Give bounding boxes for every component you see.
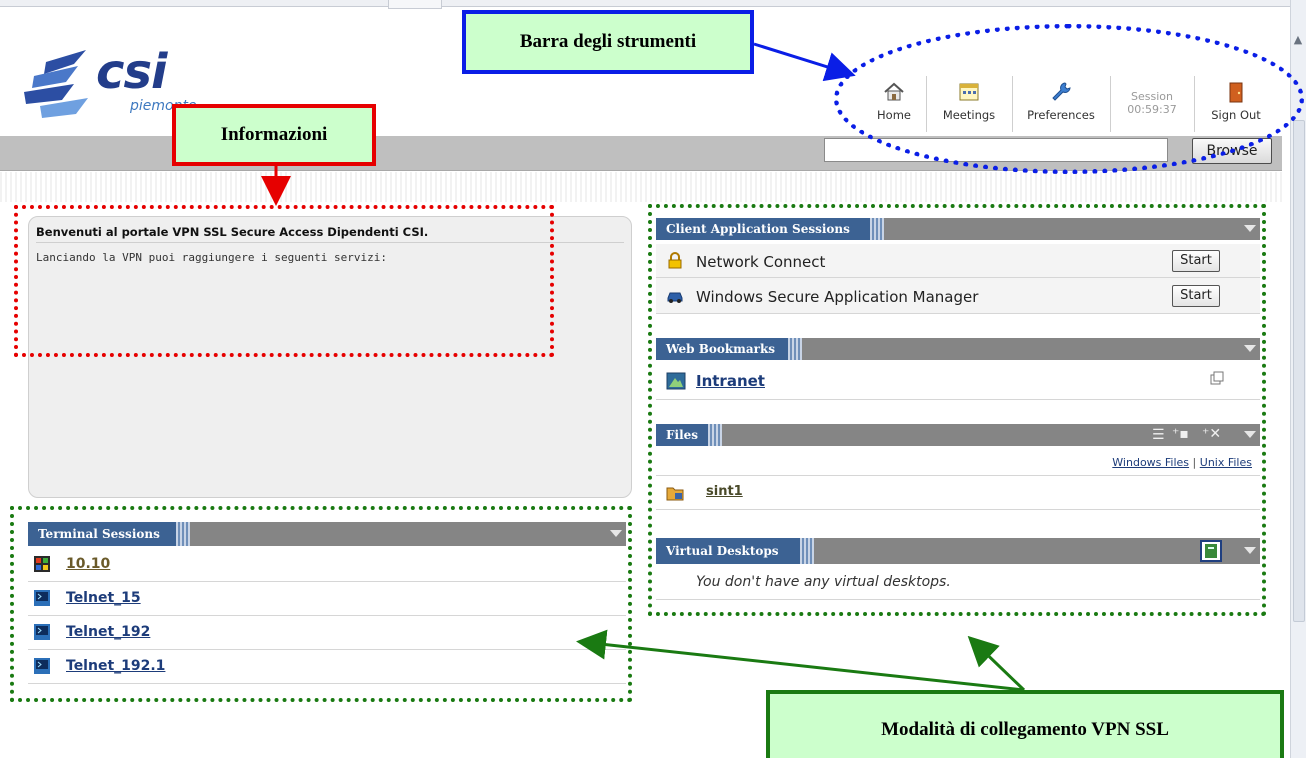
info-callout: Informazioni xyxy=(172,104,376,166)
terminal-arrow xyxy=(576,629,1025,692)
toolbar-arrow xyxy=(753,42,856,82)
vpn-modes-arrow xyxy=(967,635,1026,692)
vpn-modes-callout: Modalità di collegamento VPN SSL xyxy=(766,690,1284,758)
toolbar-callout: Barra degli strumenti xyxy=(462,10,754,74)
